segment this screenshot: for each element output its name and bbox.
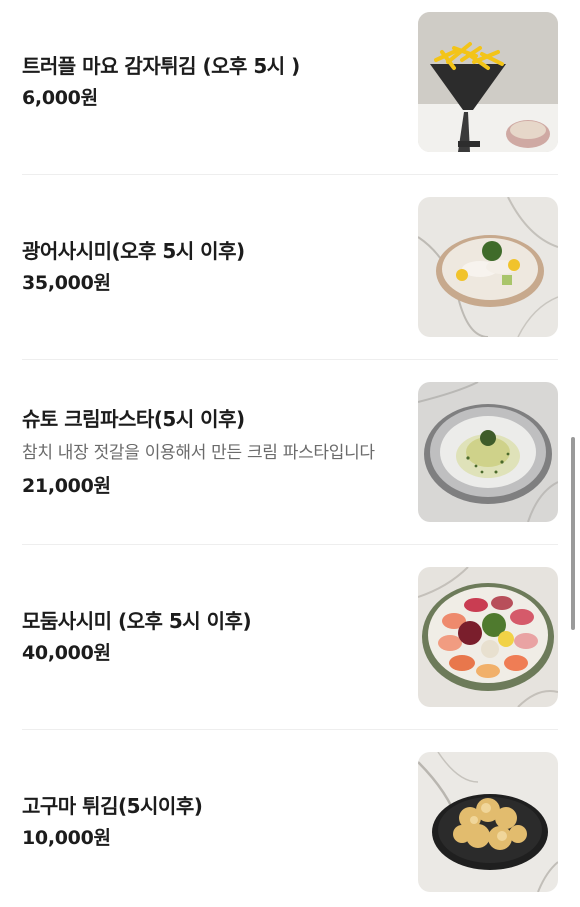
menu-item-price: 21,000원 <box>22 474 111 497</box>
menu-item-photo[interactable] <box>418 197 558 337</box>
menu-item-price: 10,000원 <box>22 827 111 849</box>
menu-item-shuto-pasta[interactable]: 슈토 크림파스타(5시 이후) 참치 내장 젓갈을 이용해서 만든 크림 파스타… <box>22 382 558 522</box>
menu-item-price: 40,000원 <box>22 642 111 664</box>
menu-item-name: 광어사시미(오후 5시 이후) <box>22 239 245 263</box>
menu-item-name: 트러플 마요 감자튀김 (오후 5시 ) <box>22 54 300 78</box>
menu-item-name: 고구마 튀김(5시이후) <box>22 794 203 818</box>
menu-item-info: 광어사시미(오후 5시 이후) 35,000원 <box>22 197 397 337</box>
menu-item-description: 참치 내장 젓갈을 이용해서 만든 크림 파스타입니다 <box>22 442 375 463</box>
menu-item-price: 6,000원 <box>22 87 98 109</box>
divider <box>22 359 558 360</box>
menu-item-assorted-sashimi[interactable]: 모둠사시미 (오후 5시 이후) 40,000원 <box>22 567 558 707</box>
menu-item-info: 고구마 튀김(5시이후) 10,000원 <box>22 752 397 892</box>
menu-item-sweet-potato-tempura[interactable]: 고구마 튀김(5시이후) 10,000원 <box>22 752 558 892</box>
tempura-photo-icon <box>418 752 558 892</box>
assorted-sashimi-photo-icon <box>418 567 558 707</box>
scrollbar[interactable] <box>571 437 575 630</box>
menu-item-photo[interactable] <box>418 382 558 522</box>
sashimi-photo-icon <box>418 197 558 337</box>
divider <box>22 544 558 545</box>
menu-item-photo[interactable] <box>418 567 558 707</box>
menu-item-photo[interactable] <box>418 752 558 892</box>
menu-item-flatfish-sashimi[interactable]: 광어사시미(오후 5시 이후) 35,000원 <box>22 197 558 337</box>
menu-item-photo[interactable] <box>418 12 558 152</box>
fries-photo-icon <box>418 12 558 152</box>
menu-item-name: 슈토 크림파스타(5시 이후) <box>22 406 245 431</box>
menu-item-price: 35,000원 <box>22 272 111 294</box>
pasta-photo-icon <box>418 382 558 522</box>
divider <box>22 174 558 175</box>
menu-item-info: 슈토 크림파스타(5시 이후) 참치 내장 젓갈을 이용해서 만든 크림 파스타… <box>22 382 397 522</box>
menu-item-name: 모둠사시미 (오후 5시 이후) <box>22 609 252 633</box>
menu-item-info: 트러플 마요 감자튀김 (오후 5시 ) 6,000원 <box>22 12 397 152</box>
menu-item-truffle-fries[interactable]: 트러플 마요 감자튀김 (오후 5시 ) 6,000원 <box>22 12 558 152</box>
menu-item-info: 모둠사시미 (오후 5시 이후) 40,000원 <box>22 567 397 707</box>
divider <box>22 729 558 730</box>
